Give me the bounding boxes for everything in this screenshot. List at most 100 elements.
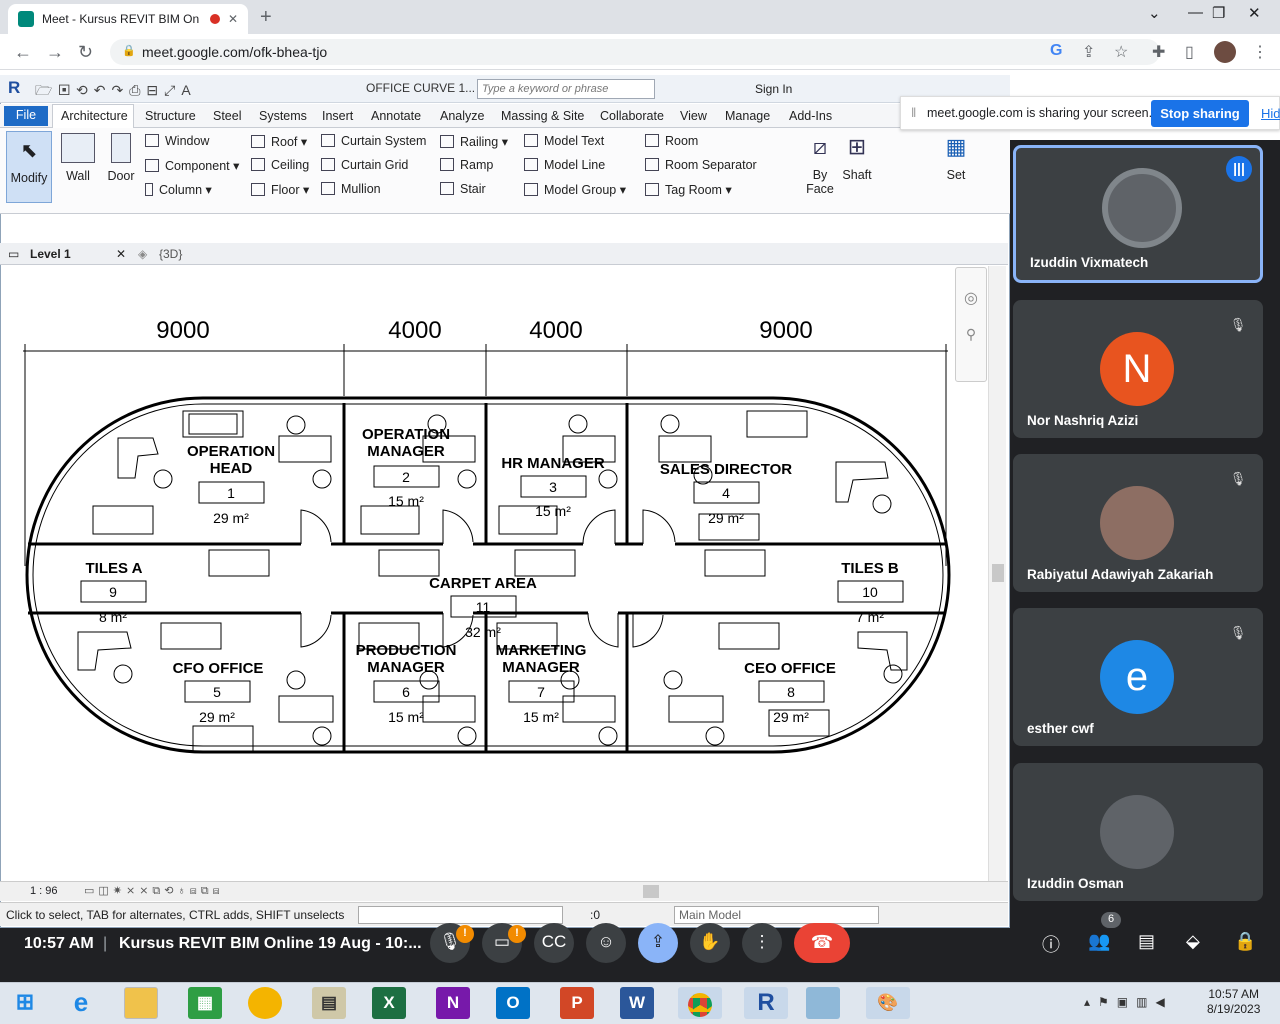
close-view-icon[interactable]: ✕ (116, 247, 126, 261)
revit-logo-icon[interactable]: R (8, 78, 20, 98)
sign-in-button[interactable]: Sign In (755, 82, 792, 96)
meeting-info-icon[interactable]: ⓘ (1042, 931, 1060, 957)
chrome-icon[interactable] (678, 987, 722, 1019)
participant-tile[interactable]: e 🎙 esther cwf (1013, 608, 1263, 746)
tab-search-icon[interactable]: ⌄ (1148, 4, 1161, 22)
paint-icon[interactable]: 🎨 (866, 987, 910, 1019)
model-text-button[interactable]: Model Text (524, 134, 604, 148)
shaft-button[interactable]: ⊞ Shaft (840, 134, 874, 182)
participant-tile[interactable]: N 🎙 Nor Nashriq Azizi (1013, 300, 1263, 438)
taskbar-clock[interactable]: 10:57 AM 8/19/2023 (1207, 987, 1260, 1017)
tab-view[interactable]: View (680, 109, 707, 123)
tab-architecture[interactable]: Architecture (61, 109, 128, 123)
floor-plan-drawing[interactable]: 9000 4000 4000 9000 OPERATION HEAD OPERA… (3, 266, 988, 881)
minimize-button[interactable]: — (1188, 4, 1203, 21)
window-button[interactable]: Window (145, 134, 209, 148)
roof-button[interactable]: Roof ▾ (251, 134, 307, 149)
captions-button[interactable]: CC (534, 923, 574, 963)
leave-call-button[interactable]: ☎ (794, 923, 850, 963)
calculator-icon[interactable]: ▤ (312, 987, 346, 1019)
excel-icon[interactable]: X (372, 987, 406, 1019)
onenote-icon[interactable]: N (436, 987, 470, 1019)
tab-analyze[interactable]: Analyze (440, 109, 484, 123)
tab-systems[interactable]: Systems (259, 109, 307, 123)
participant-tile[interactable]: 🎙 Rabiyatul Adawiyah Zakariah (1013, 454, 1263, 592)
floor-button[interactable]: Floor ▾ (251, 182, 309, 197)
view-tab-3d[interactable]: {3D} (159, 247, 182, 261)
column-button[interactable]: Column ▾ (145, 182, 212, 197)
tab-collaborate[interactable]: Collaborate (600, 109, 664, 123)
tab-file[interactable]: File (4, 106, 48, 126)
extensions-icon[interactable]: ✚ (1152, 42, 1165, 62)
tab-addins[interactable]: Add-Ins (789, 109, 832, 123)
close-tab-icon[interactable]: ✕ (228, 12, 238, 26)
system-tray-icons[interactable]: ▴⚑▣▥◀ (1084, 995, 1173, 1009)
model-line-button[interactable]: Model Line (524, 158, 605, 172)
navigation-bar[interactable]: ◎ ⚲ (955, 267, 987, 382)
stair-button[interactable]: Stair (440, 182, 486, 196)
room-separator-button[interactable]: Room Separator (645, 158, 757, 172)
curtain-grid-button[interactable]: Curtain Grid (321, 158, 408, 172)
room-button[interactable]: Room (645, 134, 698, 148)
railing-button[interactable]: Railing ▾ (440, 134, 508, 149)
qat-tools-icon[interactable]: 🗁▣⟲↶↷⎙⊟⤢A (35, 80, 197, 104)
notepad-icon[interactable] (806, 987, 840, 1019)
revit-icon[interactable]: R (744, 987, 788, 1019)
new-tab-button[interactable]: + (260, 6, 272, 29)
tab-massing[interactable]: Massing & Site (501, 109, 584, 123)
view-tab-level1[interactable]: Level 1 (30, 247, 71, 261)
tab-steel[interactable]: Steel (213, 109, 242, 123)
tab-insert[interactable]: Insert (322, 109, 353, 123)
tag-room-button[interactable]: Tag Room ▾ (645, 182, 732, 197)
browser-tab[interactable]: Meet - Kursus REVIT BIM On ✕ (8, 4, 248, 34)
url-input[interactable]: 🔒 meet.google.com/ofk-bhea-tjo (110, 39, 1160, 65)
people-icon[interactable]: 👥 (1088, 931, 1110, 952)
drag-handle-icon[interactable]: ‖ (911, 105, 916, 120)
model-group-button[interactable]: Model Group ▾ (524, 182, 626, 197)
chrome-menu-icon[interactable]: ⋮ (1252, 42, 1268, 62)
more-options-button[interactable]: ⋮ (742, 923, 782, 963)
search-input[interactable]: Type a keyword or phrase (477, 79, 655, 99)
powerpoint-icon[interactable]: P (560, 987, 594, 1019)
set-button[interactable]: ▦ Set (942, 134, 970, 182)
chrome-canary-icon[interactable] (248, 987, 282, 1019)
raise-hand-button[interactable]: ✋ (690, 923, 730, 963)
explorer-icon[interactable] (124, 987, 158, 1019)
side-panel-icon[interactable]: ▯ (1185, 42, 1194, 62)
chat-icon[interactable]: ▤ (1138, 931, 1155, 952)
zoom-icon[interactable]: ⚲ (956, 326, 986, 343)
reload-button[interactable]: ↻ (78, 42, 93, 63)
participant-tile[interactable]: Izuddin Osman (1013, 763, 1263, 901)
tab-annotate[interactable]: Annotate (371, 109, 421, 123)
hide-button[interactable]: Hide (1261, 106, 1280, 121)
steering-wheel-icon[interactable]: ◎ (956, 288, 986, 308)
forward-button[interactable]: → (46, 42, 64, 63)
by-face-button[interactable]: ⧄ By Face (805, 134, 835, 196)
scroll-thumb[interactable] (992, 564, 1004, 582)
tab-structure[interactable]: Structure (145, 109, 196, 123)
close-window-button[interactable]: ✕ (1248, 4, 1261, 22)
wall-button[interactable]: Wall (60, 133, 96, 183)
ceiling-button[interactable]: Ceiling (251, 158, 309, 172)
workset-select[interactable] (358, 906, 563, 924)
emoji-button[interactable]: ☺ (586, 923, 626, 963)
tab-manage[interactable]: Manage (725, 109, 770, 123)
curtain-system-button[interactable]: Curtain System (321, 134, 426, 148)
activities-icon[interactable]: ⬙ (1186, 931, 1200, 952)
mullion-button[interactable]: Mullion (321, 182, 381, 196)
back-button[interactable]: ← (14, 42, 32, 63)
view-controls-icon[interactable]: ▭◫✷⨯⨯⧉⟲♁⧈⧉⧈ (84, 884, 224, 898)
store-icon[interactable]: ▦ (188, 987, 222, 1019)
word-icon[interactable]: W (620, 987, 654, 1019)
start-icon[interactable]: ⊞ (8, 987, 42, 1019)
horizontal-scroll-thumb[interactable] (643, 885, 659, 898)
drawing-canvas[interactable]: 9000 4000 4000 9000 OPERATION HEAD OPERA… (3, 266, 988, 881)
bookmark-star-icon[interactable]: ☆ (1114, 42, 1128, 62)
scale-label[interactable]: 1 : 96 (30, 885, 58, 897)
present-button[interactable]: ⇪ (638, 923, 678, 963)
maximize-button[interactable]: ❐ (1212, 4, 1225, 22)
host-controls-icon[interactable]: 🔒 (1234, 931, 1256, 952)
ramp-button[interactable]: Ramp (440, 158, 493, 172)
modify-button[interactable]: ⬉ Modify (6, 131, 52, 203)
stop-sharing-button[interactable]: Stop sharing (1151, 100, 1249, 127)
